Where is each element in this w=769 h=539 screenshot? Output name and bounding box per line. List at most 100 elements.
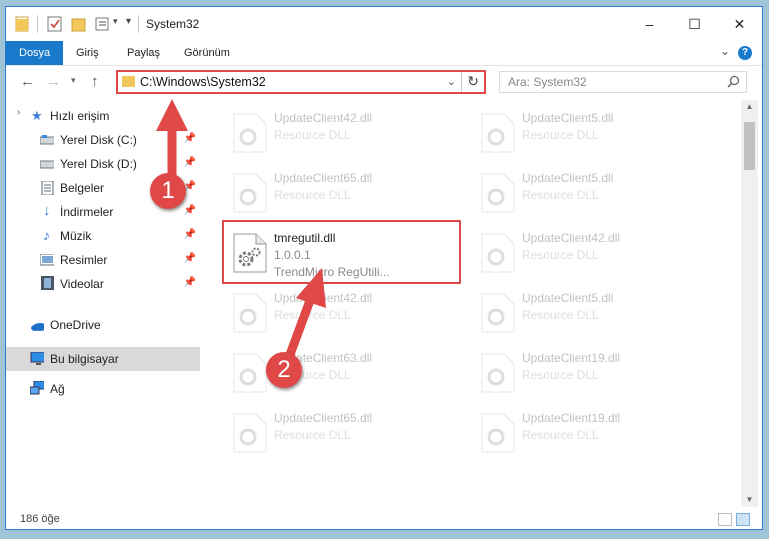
sidebar-item-onedrive[interactable]: OneDrive (6, 314, 200, 336)
qa-separator (37, 15, 38, 33)
sidebar-item-videos[interactable]: Videolar 📌 (6, 273, 200, 295)
dll-gear-icon (481, 413, 515, 453)
dll-gear-icon (233, 113, 267, 153)
computer-icon (30, 352, 44, 365)
file-name: UpdateClient65.dll (274, 411, 373, 425)
tab-file[interactable]: Dosya (6, 41, 64, 65)
file-name: UpdateClient5.dll (522, 111, 614, 125)
cloud-icon (31, 323, 44, 331)
star-icon: ★ (31, 108, 43, 123)
sidebar-item-label: Belgeler (60, 181, 105, 195)
back-arrow-icon[interactable]: ← (20, 73, 35, 90)
file-type: Resource DLL (274, 428, 351, 442)
file-item[interactable]: UpdateClient42.dll Resource DLL (226, 105, 466, 163)
dll-gear-icon (233, 173, 267, 213)
file-name: UpdateClient5.dll (522, 291, 614, 305)
folder-icon[interactable] (15, 16, 29, 32)
close-button[interactable]: ✕ (717, 7, 762, 41)
details-view-icon[interactable] (718, 513, 732, 526)
vertical-scrollbar[interactable]: ▲ ▼ (741, 100, 758, 507)
properties-icon[interactable] (47, 16, 63, 32)
navigation-bar: ← → ▾ ↑ C:\Windows\System32 ⌄ ↻ Ara: Sys… (6, 66, 762, 100)
chevron-down-icon[interactable]: ▾ (113, 16, 118, 27)
tab-view[interactable]: Görünüm (184, 41, 230, 65)
help-button[interactable]: ? (738, 46, 752, 60)
dll-gear-icon (481, 293, 515, 333)
step-badge-1: 1 (150, 173, 186, 209)
scroll-thumb[interactable] (744, 122, 755, 170)
sidebar-item-label: Videolar (60, 277, 104, 291)
network-icon (30, 381, 44, 395)
sidebar-item-music[interactable]: ♪ Müzik 📌 (6, 225, 200, 247)
file-item[interactable]: UpdateClient65.dll Resource DLL (226, 405, 466, 463)
sidebar-item-label: Ağ (50, 382, 65, 396)
file-item[interactable]: UpdateClient5.dll Resource DLL (474, 165, 714, 223)
tab-home[interactable]: Giriş (76, 41, 99, 65)
pin-icon[interactable]: 📌 (184, 205, 196, 216)
drive-icon (40, 160, 54, 169)
file-item[interactable]: UpdateClient65.dll Resource DLL (226, 165, 466, 223)
file-name: UpdateClient42.dll (274, 111, 373, 125)
dll-gear-icon (481, 353, 515, 393)
dll-gear-icon (481, 113, 515, 153)
file-item[interactable]: UpdateClient19.dll Resource DLL (474, 405, 714, 463)
scroll-down-icon[interactable]: ▼ (741, 493, 758, 507)
file-type: Resource DLL (274, 188, 351, 202)
file-type: Resource DLL (522, 368, 599, 382)
pin-icon[interactable]: 📌 (184, 277, 196, 288)
pin-icon[interactable]: 📌 (184, 229, 196, 240)
file-item[interactable]: UpdateClient5.dll Resource DLL (474, 105, 714, 163)
sidebar-item-label: Resimler (60, 253, 108, 267)
refresh-icon[interactable]: ↻ (467, 73, 479, 90)
large-icons-view-icon[interactable] (736, 513, 750, 526)
ribbon-expand-icon[interactable]: ⌄ (720, 44, 730, 58)
sidebar-item-network[interactable]: Ağ (6, 378, 200, 400)
sidebar-item-label: Yerel Disk (C:) (60, 133, 137, 147)
file-name: tmregutil.dll (274, 231, 336, 245)
minimize-button[interactable]: – (627, 7, 672, 41)
search-input[interactable]: Ara: System32 (499, 71, 747, 93)
dll-gear-icon (233, 353, 267, 393)
step-badge-2: 2 (266, 352, 302, 388)
file-name: UpdateClient19.dll (522, 411, 621, 425)
chevron-down-icon[interactable]: ⌄ (447, 75, 456, 88)
status-bar: 186 öğe (6, 509, 762, 529)
file-name: UpdateClient19.dll (522, 351, 621, 365)
pin-icon[interactable]: 📌 (184, 253, 196, 264)
file-name: UpdateClient5.dll (522, 171, 614, 185)
pictures-icon (40, 254, 54, 266)
address-separator (461, 72, 462, 92)
up-arrow-icon[interactable]: ↑ (91, 73, 99, 90)
ribbon-tabs: Dosya Giriş Paylaş Görünüm ⌄ ? (6, 41, 762, 66)
file-item[interactable]: UpdateClient5.dll Resource DLL (474, 285, 714, 343)
customize-icon[interactable] (95, 16, 111, 32)
address-bar[interactable]: C:\Windows\System32 ⌄ ↻ (116, 70, 486, 94)
scroll-up-icon[interactable]: ▲ (741, 100, 758, 114)
forward-arrow-icon[interactable]: → (46, 73, 61, 90)
dll-gear-icon (233, 293, 267, 333)
tab-share[interactable]: Paylaş (127, 41, 160, 65)
title-bar: ▾ ▾ System32 – ☐ ✕ (6, 7, 762, 41)
folder-icon (122, 76, 135, 87)
sidebar-item-pictures[interactable]: Resimler 📌 (6, 249, 200, 271)
qa-dropdown-icon[interactable]: ▾ (126, 16, 131, 27)
search-placeholder[interactable]: Ara: System32 (508, 75, 587, 89)
file-type: Resource DLL (522, 128, 599, 142)
file-name: UpdateClient65.dll (274, 171, 373, 185)
videos-icon (41, 276, 54, 290)
sidebar-item-this-pc[interactable]: Bu bilgisayar (6, 347, 200, 371)
file-type: Resource DLL (522, 308, 599, 322)
new-folder-icon[interactable] (71, 16, 86, 32)
file-item[interactable]: UpdateClient19.dll Resource DLL (474, 345, 714, 403)
chevron-right-icon[interactable]: › (17, 107, 31, 121)
sidebar-item-label: Yerel Disk (D:) (60, 157, 137, 171)
dll-gear-icon (481, 173, 515, 213)
recent-locations-icon[interactable]: ▾ (71, 75, 76, 86)
file-name: UpdateClient42.dll (522, 231, 621, 245)
address-text[interactable]: C:\Windows\System32 (140, 75, 266, 89)
documents-icon (41, 181, 54, 195)
file-item[interactable]: UpdateClient42.dll Resource DLL (474, 225, 714, 283)
maximize-button[interactable]: ☐ (672, 7, 717, 41)
dll-gear-icon (481, 233, 515, 273)
search-icon[interactable] (727, 75, 740, 88)
